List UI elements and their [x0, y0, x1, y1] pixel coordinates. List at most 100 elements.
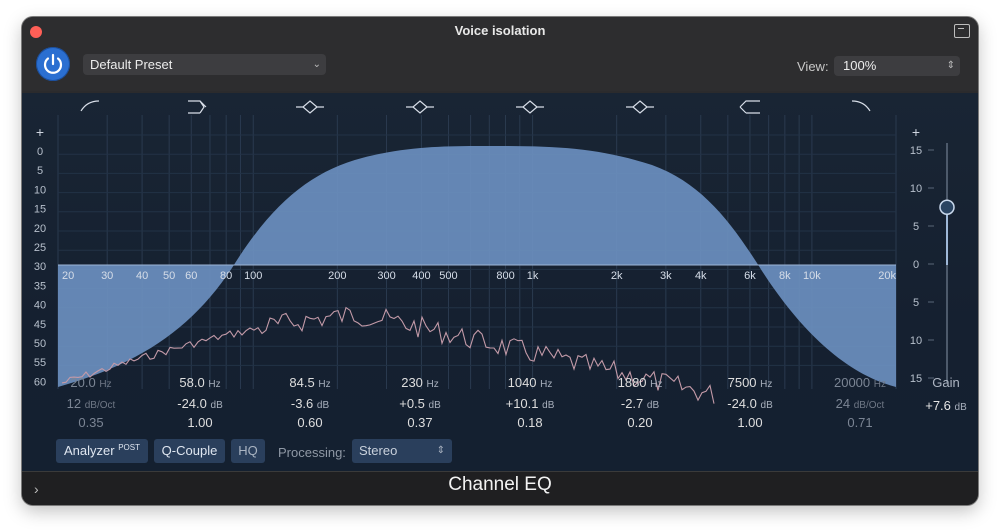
band-gain[interactable]: 12 dB/Oct — [31, 396, 151, 411]
analyzer-scale-tick: 10 — [34, 184, 46, 196]
band-q[interactable]: 1.00 — [690, 415, 810, 430]
band-frequency[interactable]: 1040 Hz — [470, 375, 590, 390]
bell-icon[interactable] — [516, 100, 544, 114]
band-gain[interactable]: -24.0 dB — [690, 396, 810, 411]
up-down-chevron-icon: ⇕ — [436, 445, 445, 456]
frequency-label: 20 — [62, 270, 74, 282]
analyzer-scale-tick: 30 — [34, 261, 46, 273]
band-frequency-value: 1040 — [507, 375, 537, 390]
analyzer-scale-tick: 55 — [34, 357, 46, 369]
expand-window-icon[interactable] — [954, 24, 970, 38]
bell-icon[interactable] — [626, 100, 654, 114]
title-bar: Voice isolation Default Preset ⌄ View: 1… — [22, 17, 978, 91]
band-frequency-value: 58.0 — [179, 375, 205, 390]
band-frequency[interactable]: 58.0 Hz — [140, 375, 260, 390]
processing-select[interactable]: Stereo ⇕ — [352, 439, 452, 463]
high-cut-icon[interactable] — [851, 100, 871, 112]
band-q-value: 0.71 — [847, 415, 873, 430]
band-frequency-unit: Hz — [650, 379, 663, 390]
power-button[interactable] — [36, 47, 70, 81]
band-q[interactable]: 0.71 — [800, 415, 920, 430]
frequency-label: 8k — [779, 270, 791, 282]
band-q-value: 0.37 — [407, 415, 433, 430]
band-frequency-value: 7500 — [727, 375, 757, 390]
up-down-chevron-icon: ⇕ — [946, 60, 955, 71]
band-gain[interactable]: -24.0 dB — [140, 396, 260, 411]
add-right-scale-button[interactable]: + — [912, 124, 920, 140]
band-gain[interactable]: -2.7 dB — [580, 396, 700, 411]
band-q[interactable]: 1.00 — [140, 415, 260, 430]
analyzer-label: Analyzer — [64, 443, 115, 458]
plugin-name: Channel EQ — [448, 474, 552, 495]
band-frequency[interactable]: 84.5 Hz — [250, 375, 370, 390]
band-q-value: 0.20 — [627, 415, 653, 430]
high-shelf-icon[interactable] — [739, 100, 760, 114]
frequency-label: 2k — [611, 270, 623, 282]
band-q[interactable]: 0.37 — [360, 415, 480, 430]
frequency-label: 60 — [185, 270, 197, 282]
q-couple-button[interactable]: Q-Couple — [154, 439, 225, 463]
band-gain-value: -2.7 — [620, 396, 644, 411]
band-gain-value: 12 — [66, 396, 82, 411]
band-frequency[interactable]: 20000 Hz — [800, 375, 920, 390]
view-zoom-select[interactable]: 100% ⇕ — [834, 56, 960, 76]
gain-unit: dB — [954, 402, 967, 413]
window-title: Voice isolation — [454, 23, 546, 38]
processing-value: Stereo — [359, 443, 398, 458]
frequency-label: 10k — [803, 270, 821, 282]
low-cut-icon[interactable] — [80, 100, 100, 112]
band-q-value: 1.00 — [187, 415, 213, 430]
bell-icon[interactable] — [296, 100, 324, 114]
band-frequency-unit: Hz — [208, 379, 221, 390]
add-left-scale-button[interactable]: + — [36, 124, 44, 140]
band-q[interactable]: 0.20 — [580, 415, 700, 430]
band-gain[interactable]: +0.5 dB — [360, 396, 480, 411]
band-q-value: 1.00 — [737, 415, 763, 430]
band-frequency-value: 1880 — [617, 375, 647, 390]
gain-slider-knob[interactable] — [939, 199, 955, 215]
bell-icon[interactable] — [406, 100, 434, 114]
view-label: View: — [797, 59, 829, 74]
band-gain-unit: dB — [316, 400, 330, 411]
band-frequency-unit: Hz — [426, 379, 439, 390]
band-gain-unit: dB — [210, 400, 223, 411]
frequency-label: 300 — [377, 270, 395, 282]
band-q-value: 0.35 — [78, 415, 104, 430]
hq-button[interactable]: HQ — [231, 439, 265, 463]
band-frequency[interactable]: 7500 Hz — [690, 375, 810, 390]
plugin-window: Voice isolation Default Preset ⌄ View: 1… — [22, 17, 978, 505]
band-frequency[interactable]: 1880 Hz — [580, 375, 700, 390]
band-frequency-unit: Hz — [760, 379, 773, 390]
frequency-label: 6k — [744, 270, 756, 282]
analyzer-scale-tick: 40 — [34, 300, 46, 312]
preset-value: Default Preset — [90, 57, 173, 72]
frequency-label: 400 — [412, 270, 430, 282]
band-gain[interactable]: 24 dB/Oct — [800, 396, 920, 411]
band-gain-unit: dB — [646, 400, 660, 411]
band-gain-value: 24 — [835, 396, 851, 411]
analyzer-button[interactable]: Analyzer POST — [56, 439, 148, 463]
band-gain-value: +0.5 — [399, 396, 425, 411]
eq-curve[interactable] — [58, 145, 896, 387]
gain-scale-tick: 10 — [910, 335, 922, 347]
frequency-label: 40 — [136, 270, 148, 282]
band-gain-value: -3.6 — [290, 396, 314, 411]
analyzer-scale-tick: 20 — [34, 223, 46, 235]
band-frequency-value: 84.5 — [289, 375, 315, 390]
low-shelf-icon[interactable] — [188, 100, 207, 114]
band-frequency[interactable]: 230 Hz — [360, 375, 480, 390]
band-frequency[interactable]: 20.0 Hz — [31, 375, 151, 390]
band-q[interactable]: 0.35 — [31, 415, 151, 430]
band-q[interactable]: 0.60 — [250, 415, 370, 430]
preset-dropdown[interactable]: Default Preset ⌄ — [83, 54, 326, 75]
frequency-label: 200 — [328, 270, 346, 282]
gain-value[interactable]: +7.6 dB — [915, 398, 977, 413]
band-q[interactable]: 0.18 — [470, 415, 590, 430]
band-q-value: 0.18 — [517, 415, 543, 430]
analyzer-scale-tick: 15 — [34, 204, 46, 216]
band-gain[interactable]: -3.6 dB — [250, 396, 370, 411]
gain-label: Gain — [932, 375, 960, 390]
band-gain-value: -24.0 — [177, 396, 207, 411]
band-gain[interactable]: +10.1 dB — [470, 396, 590, 411]
frequency-label: 20k — [878, 270, 896, 282]
